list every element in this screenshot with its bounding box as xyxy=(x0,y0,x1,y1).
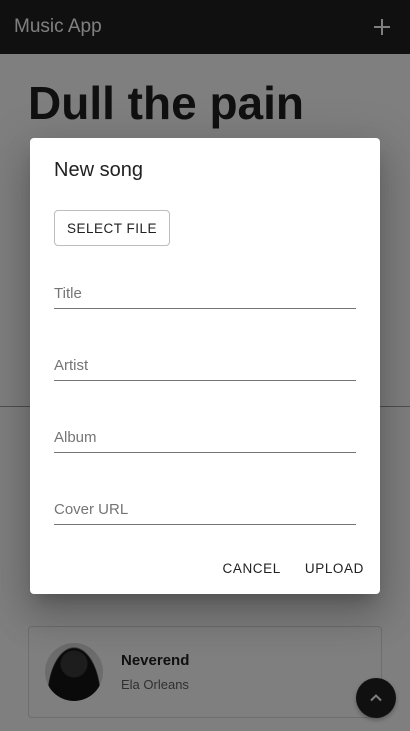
dialog-title: New song xyxy=(54,159,143,181)
title-field xyxy=(54,273,356,309)
cover-url-input[interactable] xyxy=(54,489,356,524)
album-input[interactable] xyxy=(54,417,356,452)
new-song-dialog: New song SELECT FILE CANCEL UPLOAD xyxy=(30,138,380,594)
album-field xyxy=(54,417,356,453)
artist-field xyxy=(54,345,356,381)
cancel-button[interactable]: CANCEL xyxy=(213,550,291,586)
dialog-actions: CANCEL UPLOAD xyxy=(209,550,375,586)
title-input[interactable] xyxy=(54,273,356,308)
upload-button[interactable]: UPLOAD xyxy=(295,550,374,586)
cover-url-field xyxy=(54,489,356,525)
artist-input[interactable] xyxy=(54,345,356,380)
select-file-button[interactable]: SELECT FILE xyxy=(54,210,170,246)
